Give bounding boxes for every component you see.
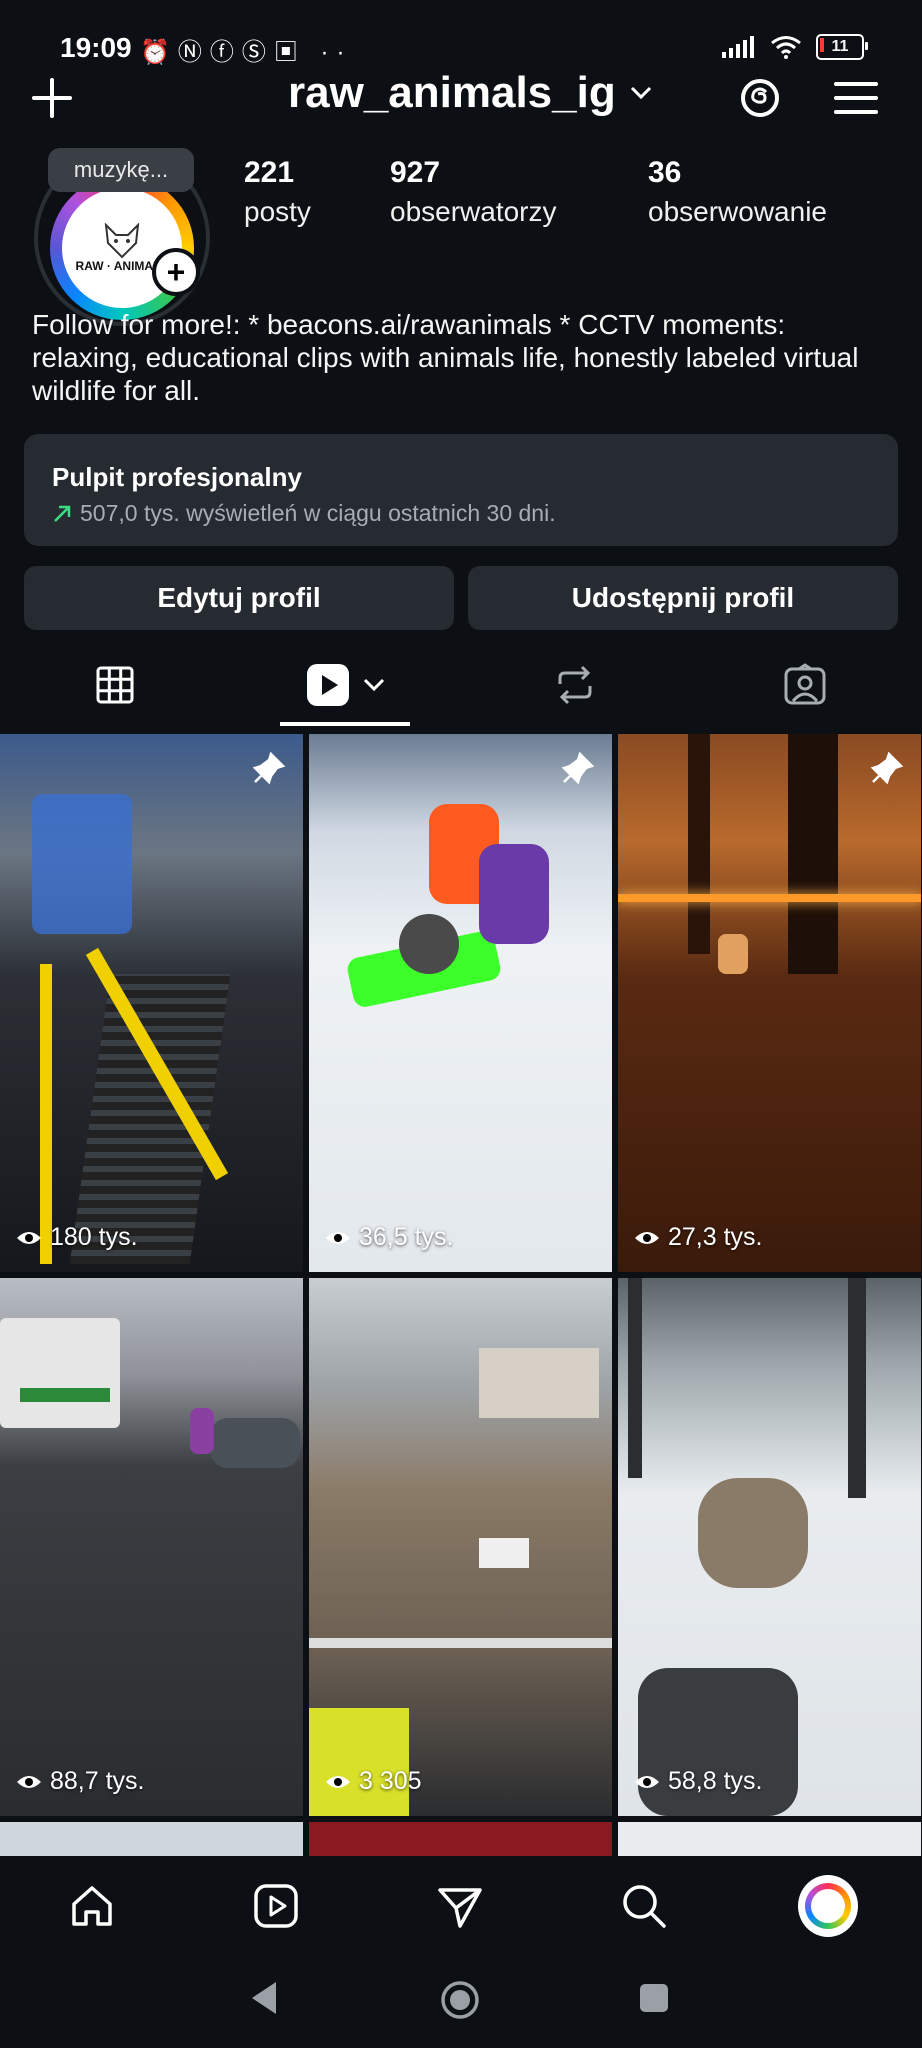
username: raw_animals_ig — [288, 68, 616, 117]
edit-profile-button[interactable]: Edytuj profil — [24, 566, 454, 630]
reel-tile[interactable]: 27,3 tys. — [618, 734, 921, 1272]
nav-search[interactable] — [614, 1876, 674, 1936]
dashboard-subtitle: 507,0 tys. wyświetleń w ciągu ostatnich … — [80, 500, 556, 526]
reels-nav-icon — [254, 1884, 298, 1928]
view-count: 58,8 tys. — [634, 1767, 763, 1796]
stat-followers[interactable]: 927 obserwatorzy — [390, 156, 557, 228]
status-right: 11 — [722, 34, 868, 60]
stat-posts[interactable]: 221 posty — [244, 156, 311, 228]
tab-tagged[interactable] — [690, 640, 920, 730]
create-post-icon[interactable] — [26, 72, 78, 124]
profile-tabs — [0, 640, 922, 730]
stat-label: obserwowanie — [648, 196, 827, 227]
profile-avatar-icon — [798, 1875, 858, 1937]
signal-icon — [722, 36, 754, 58]
search-icon — [623, 1885, 666, 1928]
view-count-text: 180 tys. — [50, 1223, 138, 1251]
nav-reels[interactable] — [246, 1876, 306, 1936]
active-tab-indicator — [280, 722, 410, 726]
tab-grid[interactable] — [0, 640, 230, 730]
stat-value: 36 — [648, 156, 682, 189]
pin-icon — [869, 750, 905, 791]
stat-value: 221 — [244, 156, 295, 189]
reels-icon — [307, 664, 349, 706]
system-navigation — [0, 1956, 922, 2048]
professional-dashboard[interactable]: Pulpit profesjonalny 507,0 tys. wyświetl… — [24, 434, 898, 546]
chevron-down-icon — [363, 678, 385, 692]
view-count: 27,3 tys. — [634, 1223, 763, 1252]
recents-icon[interactable] — [638, 1982, 670, 2019]
profile-note[interactable]: muzykę... — [48, 148, 194, 192]
stat-value: 927 — [390, 156, 441, 189]
nav-profile[interactable] — [798, 1875, 858, 1937]
eye-icon — [17, 1231, 41, 1244]
add-story-icon[interactable]: + — [152, 248, 200, 296]
view-count: 3 305 — [325, 1767, 422, 1796]
eye-icon — [635, 1775, 659, 1788]
bottom-navigation — [0, 1856, 922, 1956]
reel-tile[interactable]: 88,7 tys. — [0, 1278, 303, 1816]
notification-icons: ⏰ⓃⓕⓈ▣ ·· — [140, 39, 353, 66]
share-profile-button[interactable]: Udostępnij profil — [468, 566, 898, 630]
battery-indicator: 11 — [816, 34, 868, 60]
eye-icon — [326, 1775, 350, 1788]
status-time: 19:09 — [60, 32, 132, 63]
home-button-icon[interactable] — [440, 1980, 480, 2025]
reel-tile[interactable]: 36,5 tys. — [309, 734, 612, 1272]
nav-home[interactable] — [62, 1876, 122, 1936]
chevron-down-icon — [630, 86, 651, 100]
view-count: 180 tys. — [16, 1223, 138, 1252]
reel-tile[interactable]: 58,8 tys. — [618, 1278, 921, 1816]
reel-tile[interactable]: 3 305 — [309, 1278, 612, 1816]
eye-icon — [635, 1231, 659, 1244]
menu-icon[interactable] — [830, 72, 882, 124]
dashboard-title: Pulpit profesjonalny — [52, 462, 302, 492]
repost-icon — [558, 665, 592, 705]
stat-following[interactable]: 36 obserwowanie — [648, 156, 827, 228]
view-count-text: 27,3 tys. — [668, 1223, 763, 1251]
send-icon — [438, 1888, 482, 1928]
wifi-icon — [771, 36, 801, 59]
battery-level: 11 — [831, 38, 849, 55]
username-switcher[interactable]: raw_animals_ig — [288, 68, 652, 118]
view-count-text: 88,7 tys. — [50, 1767, 145, 1795]
view-count-text: 58,8 tys. — [668, 1767, 763, 1795]
grid-icon — [96, 666, 134, 704]
home-icon — [72, 1886, 112, 1926]
nav-messages[interactable] — [430, 1876, 490, 1936]
pin-icon — [251, 750, 287, 791]
threads-icon[interactable] — [734, 72, 786, 124]
view-count-text: 3 305 — [359, 1767, 422, 1795]
view-count-text: 36,5 tys. — [359, 1223, 454, 1251]
pin-icon — [560, 750, 596, 791]
tagged-icon — [784, 663, 826, 705]
reel-tile[interactable]: 180 tys. — [0, 734, 303, 1272]
wolf-logo-icon — [104, 223, 140, 259]
back-icon[interactable] — [248, 1980, 280, 2021]
tab-reposts[interactable] — [460, 640, 690, 730]
trend-up-icon — [54, 505, 71, 522]
stat-label: obserwatorzy — [390, 196, 557, 227]
view-count: 36,5 tys. — [325, 1223, 454, 1252]
dashboard-subtitle-row: 507,0 tys. wyświetleń w ciągu ostatnich … — [52, 500, 556, 527]
eye-icon — [17, 1775, 41, 1788]
eye-icon — [326, 1231, 350, 1244]
tab-reels[interactable] — [230, 640, 460, 730]
stat-label: posty — [244, 196, 311, 227]
profile-bio: Follow for more!: * beacons.ai/rawanimal… — [32, 309, 859, 406]
view-count: 88,7 tys. — [16, 1767, 145, 1796]
